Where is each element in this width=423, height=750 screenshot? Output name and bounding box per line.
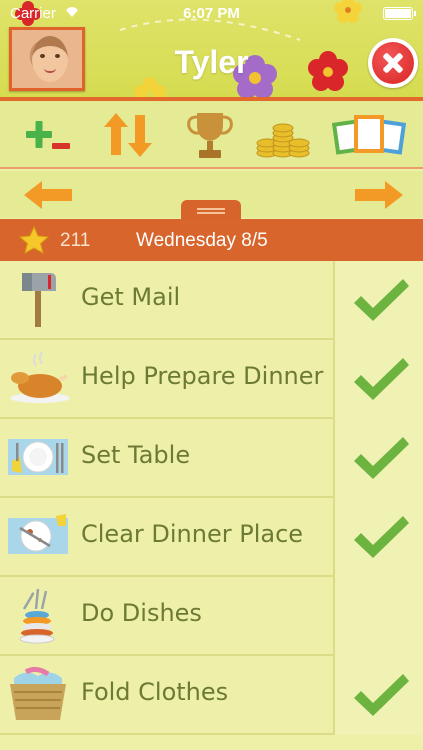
previous-day-arrow-icon[interactable] — [22, 179, 74, 211]
next-day-arrow-icon[interactable] — [353, 179, 405, 211]
chore-row[interactable]: Help Prepare Dinner — [0, 340, 423, 419]
checkmark-icon — [354, 279, 409, 321]
checkmark-icon — [354, 437, 409, 479]
kid-name: Tyler — [174, 44, 249, 80]
mailbox-icon — [22, 273, 56, 327]
laundry-basket-icon — [10, 666, 66, 720]
close-icon — [372, 42, 414, 84]
checkmark-icon — [354, 358, 409, 400]
completion-cell[interactable] — [333, 261, 423, 340]
chore-label: Set Table — [81, 441, 191, 469]
points-total: 211 — [60, 230, 91, 251]
star-icon — [19, 226, 49, 254]
sort-arrows-icon[interactable] — [98, 107, 158, 163]
completion-cell[interactable] — [333, 340, 423, 419]
completion-cell[interactable] — [333, 656, 423, 735]
header: Carrier 6:07 PM Tyler — [0, 0, 423, 100]
coins-icon[interactable] — [253, 107, 313, 163]
chore-row[interactable]: Fold Clothes — [0, 656, 423, 735]
battery-icon — [383, 7, 416, 20]
toolbar — [0, 101, 423, 169]
current-date: Wednesday 8/5 — [136, 230, 268, 251]
chore-label: Help Prepare Dinner — [81, 362, 324, 390]
dish-stack-icon — [19, 588, 55, 644]
completion-cell[interactable] — [333, 498, 423, 577]
completion-cell[interactable] — [333, 577, 423, 656]
completion-cell[interactable] — [333, 419, 423, 498]
summary-bar: 211 Wednesday 8/5 — [0, 219, 423, 261]
plus-minus-icon[interactable] — [20, 107, 80, 163]
dirty-plate-icon — [8, 514, 68, 554]
chore-row[interactable]: Do Dishes — [0, 577, 423, 656]
chore-label: Get Mail — [81, 283, 181, 311]
trophy-icon[interactable] — [180, 107, 240, 163]
drawer-handle[interactable] — [181, 200, 241, 220]
checkmark-icon — [354, 516, 409, 558]
chore-row[interactable]: Set Table — [0, 419, 423, 498]
frames-icon[interactable] — [332, 107, 406, 163]
chore-row[interactable]: Clear Dinner Place — [0, 498, 423, 577]
clock: 6:07 PM — [183, 5, 240, 22]
chore-list: Get Mail Help Prepare Dinner Set Table C… — [0, 261, 423, 735]
close-button[interactable] — [368, 38, 418, 88]
chore-label: Fold Clothes — [81, 678, 229, 706]
checkmark-icon — [354, 674, 409, 716]
place-setting-icon — [8, 439, 68, 475]
turkey-icon — [10, 351, 70, 403]
status-bar: Carrier 6:07 PM — [0, 0, 423, 28]
chore-label: Do Dishes — [81, 599, 202, 627]
chore-row[interactable]: Get Mail — [0, 261, 423, 340]
chore-label: Clear Dinner Place — [81, 520, 304, 548]
